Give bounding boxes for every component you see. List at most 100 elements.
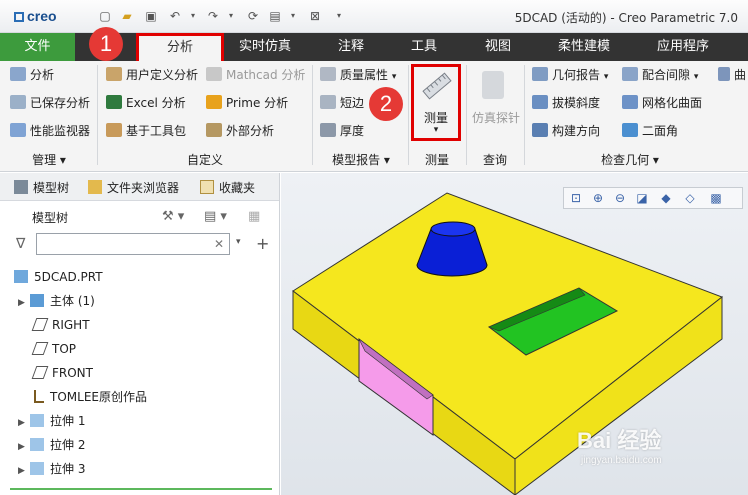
- prime-analysis-button[interactable]: Prime 分析: [206, 92, 288, 114]
- geometry-report-dropdown-icon[interactable]: ▾: [604, 72, 609, 82]
- analysis-button[interactable]: 分析: [10, 64, 54, 86]
- group-separator: [524, 65, 525, 165]
- expand-icon[interactable]: ▶: [18, 412, 30, 434]
- add-filter-icon[interactable]: +: [256, 234, 269, 253]
- excel-icon: [106, 95, 122, 109]
- search-dropdown-icon[interactable]: ▾: [236, 237, 241, 247]
- new-file-icon[interactable]: ▢: [96, 7, 114, 25]
- favorites-icon: [200, 180, 214, 194]
- geometry-report-button[interactable]: 几何报告 ▾: [532, 64, 608, 86]
- thickness-button[interactable]: 厚度: [320, 120, 364, 142]
- save-icon[interactable]: ▣: [142, 7, 160, 25]
- filter-icon[interactable]: ∇: [16, 236, 25, 252]
- tab-tools[interactable]: 工具: [396, 33, 452, 61]
- regenerate-icon[interactable]: ⟳: [244, 7, 262, 25]
- performance-monitor-icon: [10, 123, 26, 137]
- tree-item-right-plane[interactable]: RIGHT: [31, 314, 90, 336]
- build-direction-button[interactable]: 构建方向: [532, 120, 600, 142]
- clear-search-icon[interactable]: ✕: [214, 237, 224, 251]
- tree-header: 模型树: [32, 211, 69, 225]
- tab-file[interactable]: 文件: [0, 33, 75, 61]
- mesh-surface-button[interactable]: 网格化曲面: [622, 92, 702, 114]
- mathcad-analysis-button[interactable]: Mathcad 分析: [206, 64, 305, 86]
- tab-analysis[interactable]: 分析: [136, 33, 224, 61]
- group-label-manage[interactable]: 管理 ▾: [4, 151, 94, 169]
- baidu-watermark: Bai 经验 jingyan.baidu.com: [577, 423, 747, 483]
- model-tree-icon: [14, 180, 28, 194]
- thickness-label: 厚度: [340, 124, 365, 138]
- expand-icon[interactable]: ▶: [18, 436, 30, 458]
- group-label-check-geometry[interactable]: 检查几何 ▾: [530, 151, 730, 169]
- tree-item-coordinate-system[interactable]: TOMLEE原创作品: [34, 386, 147, 408]
- tree-item-label: TOMLEE原创作品: [50, 390, 147, 404]
- tree-item-part[interactable]: 5DCAD.PRT: [14, 266, 103, 288]
- group-separator: [466, 65, 467, 165]
- settings-icon[interactable]: ⚒ ▾: [162, 209, 184, 224]
- extrude-icon: [30, 462, 44, 475]
- tree-item-extrude-1[interactable]: ▶ 拉伸 1: [18, 410, 85, 432]
- expand-icon[interactable]: ▶: [18, 460, 30, 482]
- tab-applications[interactable]: 应用程序: [640, 33, 726, 61]
- tab-view[interactable]: 视图: [470, 33, 526, 61]
- close-window-icon[interactable]: ⊠: [306, 7, 324, 25]
- tab-folder-browser[interactable]: 文件夹浏览器: [88, 179, 179, 196]
- mass-properties-dropdown-icon[interactable]: ▾: [392, 72, 397, 82]
- performance-monitor-button[interactable]: 性能监视器: [10, 120, 90, 142]
- tab-model-tree[interactable]: 模型树: [14, 179, 69, 196]
- external-analysis-label: 外部分析: [226, 124, 275, 138]
- toolkit-icon: [106, 123, 122, 137]
- external-analysis-button[interactable]: 外部分析: [206, 120, 274, 142]
- group-separator: [408, 65, 409, 165]
- user-defined-analysis-button[interactable]: 用户定义分析: [106, 64, 198, 86]
- graphics-window[interactable]: ⊡ ⊕ ⊖ ◪ ◆ ◇ ▩ Bai 经验 jingyan.baidu.com: [281, 173, 748, 495]
- excel-analysis-button[interactable]: Excel 分析: [106, 92, 186, 114]
- tab-flexible-modeling[interactable]: 柔性建模: [544, 33, 624, 61]
- simulation-probe-button[interactable]: 仿真探针: [470, 65, 522, 127]
- windows-dropdown-icon[interactable]: ▾: [284, 7, 302, 25]
- open-file-icon[interactable]: ▰: [118, 7, 136, 25]
- tab-annotate[interactable]: 注释: [318, 33, 384, 61]
- fit-clearance-button[interactable]: 配合间隙 ▾: [622, 64, 698, 86]
- windows-icon[interactable]: ▤: [266, 7, 284, 25]
- measure-dropdown-icon[interactable]: ▾: [414, 125, 458, 135]
- expand-icon[interactable]: ▶: [18, 292, 30, 314]
- curvature-icon: [718, 67, 730, 81]
- curvature-button[interactable]: 曲: [718, 64, 746, 86]
- saved-analysis-icon: [10, 95, 26, 109]
- tree-item-extrude-3[interactable]: ▶ 拉伸 3: [18, 458, 85, 480]
- undo-dropdown-icon[interactable]: ▾: [184, 7, 202, 25]
- group-separator: [312, 65, 313, 165]
- redo-dropdown-icon[interactable]: ▾: [222, 7, 240, 25]
- tree-item-extrude-2[interactable]: ▶ 拉伸 2: [18, 434, 85, 456]
- undo-icon[interactable]: ↶: [166, 7, 184, 25]
- short-edge-button[interactable]: 短边: [320, 92, 364, 114]
- insert-indicator: [10, 488, 272, 490]
- dihedral-angle-button[interactable]: 二面角: [622, 120, 678, 142]
- redo-icon[interactable]: ↷: [204, 7, 222, 25]
- show-icon[interactable]: ▤ ▾: [204, 209, 227, 224]
- tab-favorites[interactable]: 收藏夹: [200, 179, 255, 196]
- mass-properties-label: 质量属性: [340, 68, 389, 82]
- measure-button[interactable]: 测量 ▾: [411, 64, 461, 141]
- group-label-inquiry: 查询: [482, 153, 507, 167]
- tree-item-top-plane[interactable]: TOP: [31, 338, 76, 360]
- fit-clearance-label: 配合间隙: [642, 68, 691, 82]
- panel-tabs: 模型树 文件夹浏览器 收藏夹: [0, 173, 279, 201]
- tree-item-front-plane[interactable]: FRONT: [31, 362, 93, 384]
- tree-filter-icon[interactable]: ▦: [248, 209, 260, 224]
- saved-analysis-button[interactable]: 已保存分析: [10, 92, 90, 114]
- mass-properties-button[interactable]: 质量属性 ▾: [320, 64, 396, 86]
- tab-realtime-simulation[interactable]: 实时仿真: [228, 33, 302, 61]
- tree-search-input[interactable]: [36, 233, 230, 255]
- fit-clearance-dropdown-icon[interactable]: ▾: [694, 72, 699, 82]
- step-badge-1: 1: [89, 27, 123, 61]
- draft-button[interactable]: 拔模斜度: [532, 92, 600, 114]
- toolkit-based-button[interactable]: 基于工具包: [106, 120, 186, 142]
- customize-toolbar-icon[interactable]: ▾: [330, 7, 348, 25]
- group-label-model-report[interactable]: 模型报告 ▾: [316, 151, 406, 169]
- tree-item-body[interactable]: ▶ 主体 (1): [18, 290, 95, 312]
- mass-properties-icon: [320, 67, 336, 81]
- prime-analysis-label: Prime 分析: [226, 96, 289, 110]
- excel-analysis-label: Excel 分析: [126, 96, 186, 110]
- tree-item-label: 主体 (1): [50, 294, 95, 308]
